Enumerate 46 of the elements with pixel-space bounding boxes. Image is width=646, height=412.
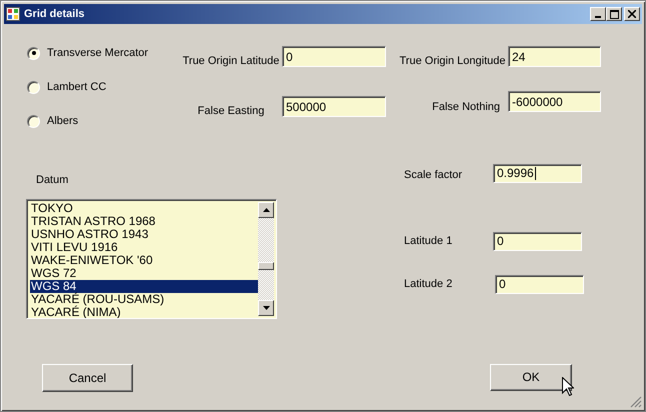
field-label: False Easting [198,105,264,119]
radio-button[interactable] [27,80,40,94]
minimize-button[interactable] [590,7,606,21]
list-item[interactable]: TRISTAN ASTRO 1968 [30,214,258,228]
scrollbar[interactable] [258,202,274,316]
maximize-icon [610,10,618,18]
list-item[interactable]: VITI LEVU 1916 [30,240,258,254]
input-field[interactable]: 0.9996 [493,164,582,183]
input-field[interactable]: 0 [495,274,584,294]
close-icon [628,10,636,18]
list-item[interactable]: USNHO ASTRO 1943 [30,228,258,240]
scroll-thumb[interactable] [258,262,274,270]
list-item[interactable]: WAKE-ENIWETOK '60 [30,254,258,266]
list-item[interactable]: WGS 84 [30,280,258,292]
cursor-icon [562,377,574,396]
field-label: Scale factor [403,168,464,183]
ok-button[interactable]: OK [490,364,572,390]
down-arrow-icon [262,306,270,310]
maximize-button[interactable] [606,7,622,21]
radio-button[interactable] [27,46,40,60]
list-item[interactable]: WGS 72 [30,266,258,280]
input-field[interactable]: -6000000 [508,91,601,112]
radio-label[interactable]: Transverse Mercator [47,44,148,62]
list-item[interactable]: TOKYO [30,202,258,214]
app-icon [6,7,20,21]
input-field[interactable]: 0 [282,46,386,67]
window-title: Grid details [24,6,86,22]
radio-button[interactable] [27,114,40,128]
list-item[interactable]: YACARÉ (ROU-USAMS) [30,292,258,306]
datum-label: Datum [36,173,70,188]
input-field[interactable]: 500000 [282,96,386,117]
field-label: Latitude 1 [403,234,454,249]
field-label: Latitude 2 [403,276,454,292]
field-label: False Nothing [432,100,500,114]
up-arrow-icon [262,208,270,212]
cancel-button[interactable]: Cancel [42,364,133,392]
close-button[interactable] [624,7,640,21]
scroll-up-button[interactable] [258,202,274,218]
scroll-down-button[interactable] [258,300,274,316]
radio-label[interactable]: Lambert CC [47,78,106,96]
input-field[interactable]: 0 [493,232,582,250]
field-label: True Origin Latitude [182,55,280,69]
input-field[interactable]: 24 [508,46,601,67]
resize-grip-icon[interactable] [630,396,642,408]
radio-label[interactable]: Albers [47,112,78,130]
field-label: True Origin Longitude [400,55,506,69]
